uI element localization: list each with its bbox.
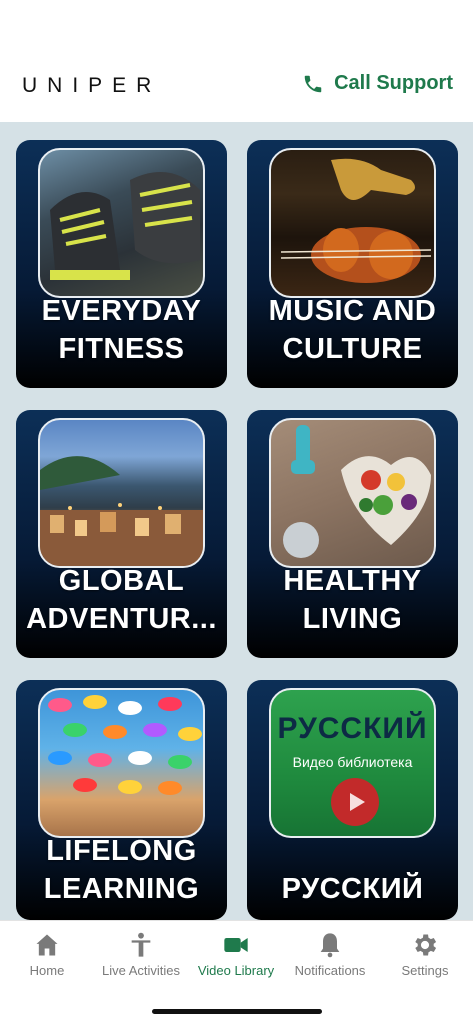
category-tile-global-adventures[interactable]: GLOBAL ADVENTUR... xyxy=(16,410,227,658)
video-library-grid: EVERYDAY FITNESS MUSIC AND CULTURE GLOBA… xyxy=(0,122,473,920)
tile-label-line2: ADVENTUR... xyxy=(26,603,217,635)
call-support-label: Call Support xyxy=(334,72,453,94)
umbrellas-image xyxy=(38,688,205,838)
tile-label-line1: MUSIC AND xyxy=(268,295,437,327)
healthy-food-image xyxy=(269,418,436,568)
tab-label: Home xyxy=(29,963,65,978)
video-camera-icon xyxy=(224,938,248,952)
tab-home[interactable]: Home xyxy=(0,931,94,978)
tile-label-line2: LIVING xyxy=(302,603,403,635)
person-icon xyxy=(131,932,151,957)
home-icon xyxy=(36,934,58,956)
category-tile-lifelong-learning[interactable]: LIFELONG LEARNING xyxy=(16,680,227,920)
tab-live-activities[interactable]: Live Activities xyxy=(94,931,188,978)
tab-label: Settings xyxy=(401,963,449,978)
card-subtitle: Видео библиотека xyxy=(292,754,413,770)
tile-label-line1: HEALTHY xyxy=(283,565,422,597)
home-indicator xyxy=(152,1009,322,1014)
tile-label-line1: LIFELONG xyxy=(46,835,197,867)
tab-video-library[interactable]: Video Library xyxy=(189,931,283,978)
tile-label-line1: EVERYDAY xyxy=(41,295,202,327)
sneakers-image xyxy=(38,148,205,298)
play-icon xyxy=(331,778,379,826)
tile-label-line2: FITNESS xyxy=(58,333,185,365)
category-tile-healthy-living[interactable]: HEALTHY LIVING xyxy=(247,410,458,658)
bottom-tab-bar: Home Live Activities Video Library Notif… xyxy=(0,920,473,1024)
violin-image xyxy=(269,148,436,298)
card-title: РУССКИЙ xyxy=(277,712,428,745)
category-tile-russian[interactable]: РУССКИЙ Видео библиотека РУССКИЙ xyxy=(247,680,458,920)
tab-label: Live Activities xyxy=(101,963,181,978)
tab-settings[interactable]: Settings xyxy=(378,931,472,978)
uniper-logo: UNIPER xyxy=(22,74,162,97)
tile-label-line2: LEARNING xyxy=(43,873,200,905)
app-header: UNIPER Call Support xyxy=(0,0,473,122)
tab-notifications[interactable]: Notifications xyxy=(283,931,377,978)
tab-label: Video Library xyxy=(197,963,275,978)
bell-icon xyxy=(320,933,340,958)
tile-label-line1: РУССКИЙ xyxy=(281,873,424,905)
russian-video-library-card: РУССКИЙ Видео библиотека xyxy=(269,688,436,838)
coastal-town-image xyxy=(38,418,205,568)
category-tile-music-and-culture[interactable]: MUSIC AND CULTURE xyxy=(247,140,458,388)
tile-label-line1: GLOBAL xyxy=(58,565,185,597)
category-tile-everyday-fitness[interactable]: EVERYDAY FITNESS xyxy=(16,140,227,388)
call-support-button[interactable]: Call Support xyxy=(302,72,453,95)
phone-icon xyxy=(304,75,322,92)
tab-label: Notifications xyxy=(294,963,366,978)
gear-icon xyxy=(415,934,437,956)
tile-label-line2: CULTURE xyxy=(282,333,423,365)
